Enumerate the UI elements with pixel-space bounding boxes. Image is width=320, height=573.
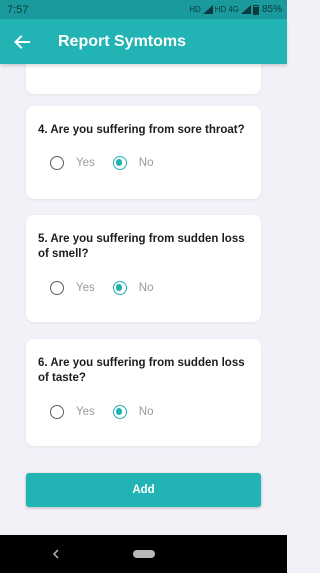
signal-icon [240,5,251,14]
status-time: 7:57 [7,3,29,16]
option-no[interactable]: No [112,405,154,419]
radio-button[interactable] [50,405,64,419]
option-label: Yes [76,157,95,169]
add-button[interactable]: Add [26,473,261,507]
answer-options: Yes No [50,156,171,170]
app-bar: Report Symtoms [0,19,287,64]
chevron-left-icon[interactable] [50,546,62,562]
system-nav-bar [0,535,287,573]
answer-options: Yes No [50,281,171,295]
question-card: 6. Are you suffering from sudden loss of… [26,339,261,446]
question-card-previous [26,64,261,94]
option-yes[interactable]: Yes [50,281,95,295]
radio-button[interactable] [50,156,64,170]
option-no[interactable]: No [112,156,154,170]
option-label: Yes [76,406,95,418]
radio-button-selected[interactable] [112,281,127,295]
option-label: Yes [76,282,95,294]
question-text: 4. Are you suffering from sore throat? [38,124,245,136]
home-pill-button[interactable] [132,550,155,558]
question-text: 5. Are you suffering from sudden loss of… [38,233,245,260]
option-yes[interactable]: Yes [50,156,95,170]
option-yes[interactable]: Yes [50,405,95,419]
status-bar: 7:57 HD HD 4G 85% [0,0,287,19]
form-scroll-area[interactable]: 4. Are you suffering from sore throat? Y… [0,64,287,535]
page-title: Report Symtoms [58,32,187,50]
status-icons: HD HD 4G 85% [189,4,282,15]
radio-button-selected[interactable] [112,156,127,170]
question-text: 6. Are you suffering from sudden loss of… [38,357,245,384]
network-type-label: 4G [228,5,239,14]
option-label: No [138,282,154,294]
radio-button[interactable] [50,281,64,295]
question-card: 4. Are you suffering from sore throat? Y… [26,106,261,199]
network-label-2: HD [214,5,227,14]
radio-button-selected[interactable] [112,405,127,419]
battery-percent: 85% [261,4,282,15]
network-label-1: HD [189,5,201,14]
arrow-left-icon [14,34,30,49]
option-label: No [138,406,154,418]
question-card: 5. Are you suffering from sudden loss of… [26,215,261,322]
option-no[interactable]: No [112,281,154,295]
back-button[interactable] [0,19,44,64]
battery-icon [252,4,259,15]
answer-options: Yes No [50,405,171,419]
signal-icon [202,5,213,14]
option-label: No [138,157,154,169]
